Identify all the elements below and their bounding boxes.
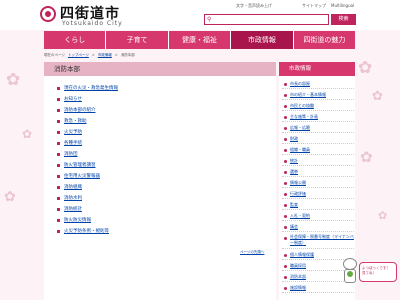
blossom-decoration: ✿ [360,148,373,166]
list-item[interactable]: 消防水利 [56,193,268,204]
page-title: 消防本部 [54,65,80,73]
sidebar-item[interactable]: 市長の部屋 [282,78,354,89]
sidebar-item[interactable]: 市民との協働 [282,100,354,111]
leaf-icon [347,271,353,277]
list-item[interactable]: 消防本部の紹介 [56,105,268,116]
nav-item-life[interactable]: くらし [44,31,107,49]
mascot-character[interactable] [341,258,359,286]
main-content: 消防本部 現在の火災・救急発生情報 お知らせ 消防本部の紹介 救急・救助 火災予… [44,62,276,300]
breadcrumb-separator: > [114,53,118,57]
blossom-decoration: ✿ [6,70,21,90]
link-list: 現在の火災・救急発生情報 お知らせ 消防本部の紹介 救急・救助 火災予防 各種手… [56,83,268,237]
sidebar-item[interactable]: 社会保障・税番号制度（マイナンバー制度） [282,232,354,249]
back-to-top-link[interactable]: ページの先頭へ [240,250,264,255]
site-header: 四街道市 Yotsukaido City 文字・音声読み上げ サイトマップ Mu… [0,0,400,30]
sidebar-title: 市政情報 [289,66,312,72]
util-link-multilingual[interactable]: Multilingual [331,3,354,11]
sidebar-item[interactable]: 統計 [282,155,354,166]
blossom-decoration: ✿ [358,58,373,78]
nav-item-health-welfare[interactable]: 健康・福祉 [168,31,232,49]
util-link-read-aloud[interactable]: 文字・音声読み上げ [236,3,272,11]
list-item[interactable]: 消防組織 [56,182,268,193]
breadcrumb-current: 消防本部 [120,53,135,57]
sidebar-item[interactable]: 主な施策・計画 [282,111,354,122]
list-item[interactable]: 火災予防条例・規則等 [56,226,268,237]
list-item[interactable]: 火災予防 [56,127,268,138]
util-link-sitemap[interactable]: サイトマップ [302,3,326,11]
blossom-decoration: ✿ [378,209,388,222]
logo-subtitle: Yotsukaido City [62,20,123,27]
search-input[interactable] [214,15,324,24]
sidebar-item[interactable]: 市の紹介・基本情報 [282,89,354,100]
list-item[interactable]: お知らせ [56,94,268,105]
breadcrumb-lead: 現在のページ [44,53,65,57]
search-box: ⚲ [204,14,329,25]
sidebar-item[interactable]: 行政評価 [282,188,354,199]
list-item[interactable]: 防火防災情報 [56,215,268,226]
mascot-speech-bubble[interactable]: よつぼっくです！ 見てね！ [359,262,397,282]
sidebar-item[interactable]: 広報・広聴 [282,122,354,133]
list-item[interactable]: 住宅用火災警報器 [56,171,268,182]
sidebar-item[interactable]: 選挙 [282,166,354,177]
sidebar-title-bar: 市政情報 [279,62,355,76]
breadcrumb-link-top[interactable]: トップページ [68,53,89,61]
nav-item-attractions[interactable]: 四街道の魅力 [293,31,356,49]
global-nav: くらし 子育て 健康・福祉 市政情報 四街道の魅力 [44,31,356,49]
breadcrumb: 現在のページ トップページ > 市政情報 > 消防本部 [44,53,135,61]
list-item[interactable]: 防火管理者講習 [56,160,268,171]
nav-item-childcare[interactable]: 子育て [106,31,169,49]
city-emblem-icon [40,6,56,22]
sidebar-item[interactable]: 財政 [282,133,354,144]
breadcrumb-link-city-admin[interactable]: 市政情報 [98,53,112,61]
page-title-bar: 消防本部 [44,62,276,76]
sidebar-item[interactable]: 情報公開 [282,177,354,188]
list-item[interactable]: 消防統計 [56,204,268,215]
sidebar-item[interactable]: 組織・職員 [282,144,354,155]
sidebar-item[interactable]: 監査 [282,199,354,210]
list-item[interactable]: 救急・救助 [56,116,268,127]
blossom-decoration: ✿ [22,127,33,141]
search-icon: ⚲ [207,16,212,23]
list-item[interactable]: 消防団 [56,149,268,160]
search-button[interactable]: 検索 [331,14,356,25]
blossom-decoration: ✿ [372,89,383,104]
list-item[interactable]: 各種手続 [56,138,268,149]
nav-item-city-admin[interactable]: 市政情報 [231,31,294,49]
sidebar-item[interactable]: 入札・契約 [282,210,354,221]
list-item[interactable]: 現在の火災・救急発生情報 [56,83,268,94]
blossom-decoration: ✿ [4,189,16,205]
breadcrumb-separator: > [91,53,95,57]
sidebar-item[interactable]: 議会 [282,221,354,232]
